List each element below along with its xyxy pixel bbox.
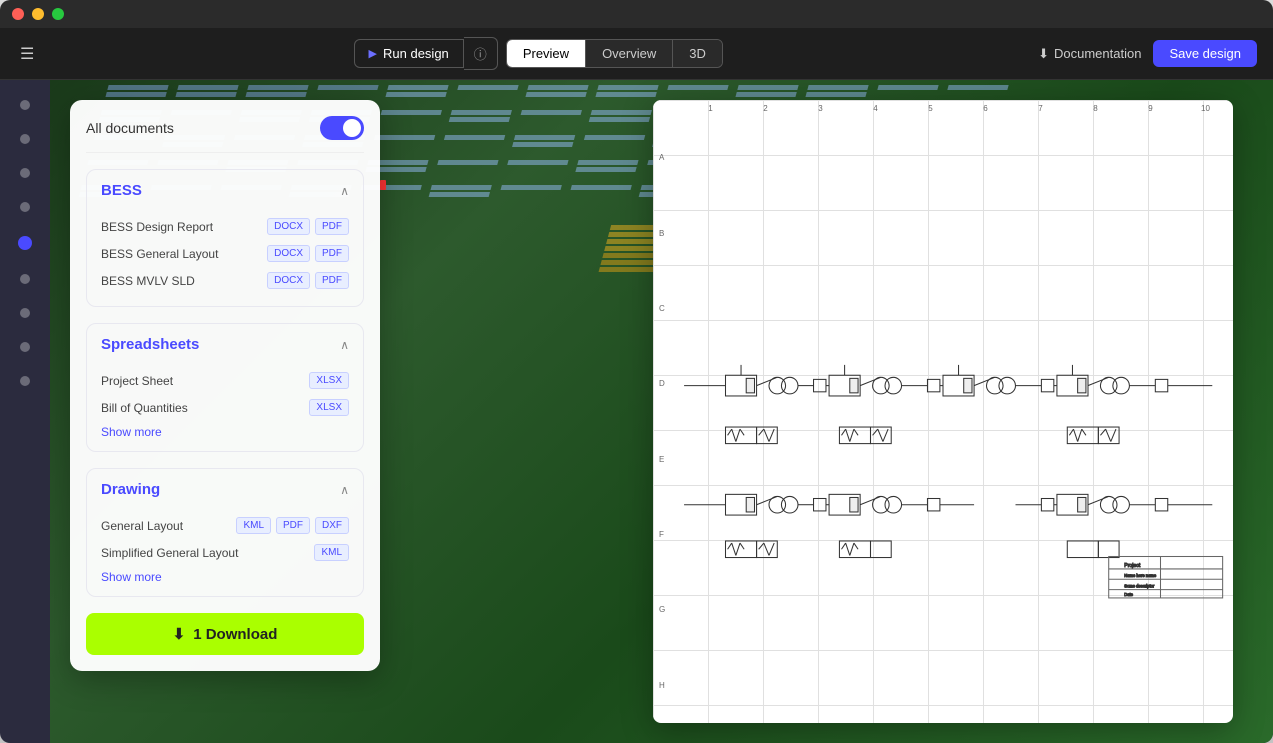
document-panel: All documents ✓ BESS ∧ BESS xyxy=(70,100,380,671)
badge-xlsx[interactable]: XLSX xyxy=(309,372,349,389)
minimize-button[interactable] xyxy=(32,8,44,20)
doc-name: Bill of Quantities xyxy=(101,401,188,415)
doc-row: General Layout KML PDF DXF xyxy=(101,512,349,539)
spreadsheets-show-more[interactable]: Show more xyxy=(101,425,349,439)
doc-badges: DOCX PDF xyxy=(267,218,349,235)
save-design-button[interactable]: Save design xyxy=(1153,40,1257,67)
electrical-diagram: Project Name here name Some descriptor D… xyxy=(653,100,1233,723)
tab-overview[interactable]: Overview xyxy=(586,40,673,67)
bess-section: BESS ∧ BESS Design Report DOCX PDF xyxy=(86,169,364,307)
spreadsheets-collapse-icon: ∧ xyxy=(340,338,349,352)
sidebar-dot-1[interactable] xyxy=(20,100,30,110)
run-design-button[interactable]: ▶ Run design xyxy=(354,39,464,68)
download-button-label: 1 Download xyxy=(193,626,277,643)
run-info-button[interactable]: ⓘ xyxy=(464,37,498,70)
doc-row: Simplified General Layout KML xyxy=(101,539,349,566)
doc-name: Simplified General Layout xyxy=(101,546,238,560)
badge-pdf[interactable]: PDF xyxy=(315,218,349,235)
bess-section-header[interactable]: BESS ∧ xyxy=(87,170,363,209)
drawing-section: Drawing ∧ General Layout KML PDF DXF xyxy=(86,468,364,597)
svg-text:Project: Project xyxy=(1124,563,1141,569)
download-arrow-icon: ⬇ xyxy=(173,625,186,643)
bess-section-body: BESS Design Report DOCX PDF BESS General… xyxy=(87,209,363,306)
menu-icon[interactable]: ☰ xyxy=(16,40,38,68)
sidebar-dot-8[interactable] xyxy=(20,342,30,352)
svg-text:Name here name: Name here name xyxy=(1124,573,1157,578)
sidebar-nav xyxy=(0,80,50,743)
bess-section-title: BESS xyxy=(101,182,142,199)
drawing-show-more[interactable]: Show more xyxy=(101,570,349,584)
badge-pdf[interactable]: PDF xyxy=(315,272,349,289)
spreadsheets-section: Spreadsheets ∧ Project Sheet XLSX xyxy=(86,323,364,452)
drawing-section-title: Drawing xyxy=(101,481,160,498)
doc-name: BESS MVLV SLD xyxy=(101,274,195,288)
doc-name: BESS Design Report xyxy=(101,220,213,234)
sidebar-dot-6[interactable] xyxy=(20,274,30,284)
badge-docx[interactable]: DOCX xyxy=(267,245,310,262)
doc-badges: XLSX xyxy=(309,372,349,389)
toggle-check-icon: ✓ xyxy=(350,123,358,134)
spreadsheets-section-body: Project Sheet XLSX Bill of Quantities XL… xyxy=(87,363,363,451)
doc-name: BESS General Layout xyxy=(101,247,218,261)
all-documents-row: All documents ✓ xyxy=(86,116,364,153)
badge-docx[interactable]: DOCX xyxy=(267,272,310,289)
spreadsheets-section-title: Spreadsheets xyxy=(101,336,199,353)
topbar: ☰ ▶ Run design ⓘ Preview Overview 3D ⬇ D… xyxy=(0,28,1273,80)
badge-xlsx[interactable]: XLSX xyxy=(309,399,349,416)
doc-row: Bill of Quantities XLSX xyxy=(101,394,349,421)
topbar-right: ⬇ Documentation Save design xyxy=(1038,40,1257,67)
view-tabs: Preview Overview 3D xyxy=(506,39,723,68)
download-button[interactable]: ⬇ 1 Download xyxy=(86,613,364,655)
scene: All documents ✓ BESS ∧ BESS xyxy=(50,80,1273,743)
maximize-button[interactable] xyxy=(52,8,64,20)
diagram-panel: 1 2 3 4 5 6 7 8 9 10 xyxy=(653,100,1233,723)
svg-text:Some descriptor: Some descriptor xyxy=(1124,584,1155,589)
titlebar xyxy=(0,0,1273,28)
badge-pdf[interactable]: PDF xyxy=(315,245,349,262)
badge-kml[interactable]: KML xyxy=(236,517,271,534)
badge-pdf[interactable]: PDF xyxy=(276,517,310,534)
all-documents-toggle[interactable]: ✓ xyxy=(320,116,364,140)
doc-row: BESS Design Report DOCX PDF xyxy=(101,213,349,240)
topbar-center: ▶ Run design ⓘ Preview Overview 3D xyxy=(50,37,1026,70)
doc-badges: DOCX PDF xyxy=(267,272,349,289)
tab-3d[interactable]: 3D xyxy=(673,40,722,67)
sidebar-dot-5[interactable] xyxy=(18,236,32,250)
doc-badges: XLSX xyxy=(309,399,349,416)
sidebar-dot-7[interactable] xyxy=(20,308,30,318)
close-button[interactable] xyxy=(12,8,24,20)
sidebar-dot-4[interactable] xyxy=(20,202,30,212)
sidebar-dot-2[interactable] xyxy=(20,134,30,144)
app-window: ☰ ▶ Run design ⓘ Preview Overview 3D ⬇ D… xyxy=(0,0,1273,743)
doc-row: Project Sheet XLSX xyxy=(101,367,349,394)
badge-dxf[interactable]: DXF xyxy=(315,517,349,534)
doc-name: Project Sheet xyxy=(101,374,173,388)
sidebar-dot-9[interactable] xyxy=(20,376,30,386)
drawing-collapse-icon: ∧ xyxy=(340,483,349,497)
play-icon: ▶ xyxy=(369,47,377,60)
spreadsheets-section-header[interactable]: Spreadsheets ∧ xyxy=(87,324,363,363)
badge-kml[interactable]: KML xyxy=(314,544,349,561)
doc-row: BESS MVLV SLD DOCX PDF xyxy=(101,267,349,294)
all-documents-label: All documents xyxy=(86,120,174,136)
documentation-button[interactable]: ⬇ Documentation xyxy=(1038,46,1141,62)
marker-1 xyxy=(380,180,386,190)
drawing-section-body: General Layout KML PDF DXF Simplified Ge… xyxy=(87,508,363,596)
doc-badges: KML xyxy=(314,544,349,561)
sidebar-dot-3[interactable] xyxy=(20,168,30,178)
download-icon: ⬇ xyxy=(1038,46,1049,62)
diagram-inner: 1 2 3 4 5 6 7 8 9 10 xyxy=(653,100,1233,723)
drawing-section-header[interactable]: Drawing ∧ xyxy=(87,469,363,508)
main-content: All documents ✓ BESS ∧ BESS xyxy=(0,80,1273,743)
svg-text:Date: Date xyxy=(1124,592,1133,597)
badge-docx[interactable]: DOCX xyxy=(267,218,310,235)
doc-row: BESS General Layout DOCX PDF xyxy=(101,240,349,267)
tab-preview[interactable]: Preview xyxy=(507,40,586,67)
doc-name: General Layout xyxy=(101,519,183,533)
app-content: ☰ ▶ Run design ⓘ Preview Overview 3D ⬇ D… xyxy=(0,28,1273,743)
doc-badges: KML PDF DXF xyxy=(236,517,349,534)
bess-collapse-icon: ∧ xyxy=(340,184,349,198)
doc-badges: DOCX PDF xyxy=(267,245,349,262)
